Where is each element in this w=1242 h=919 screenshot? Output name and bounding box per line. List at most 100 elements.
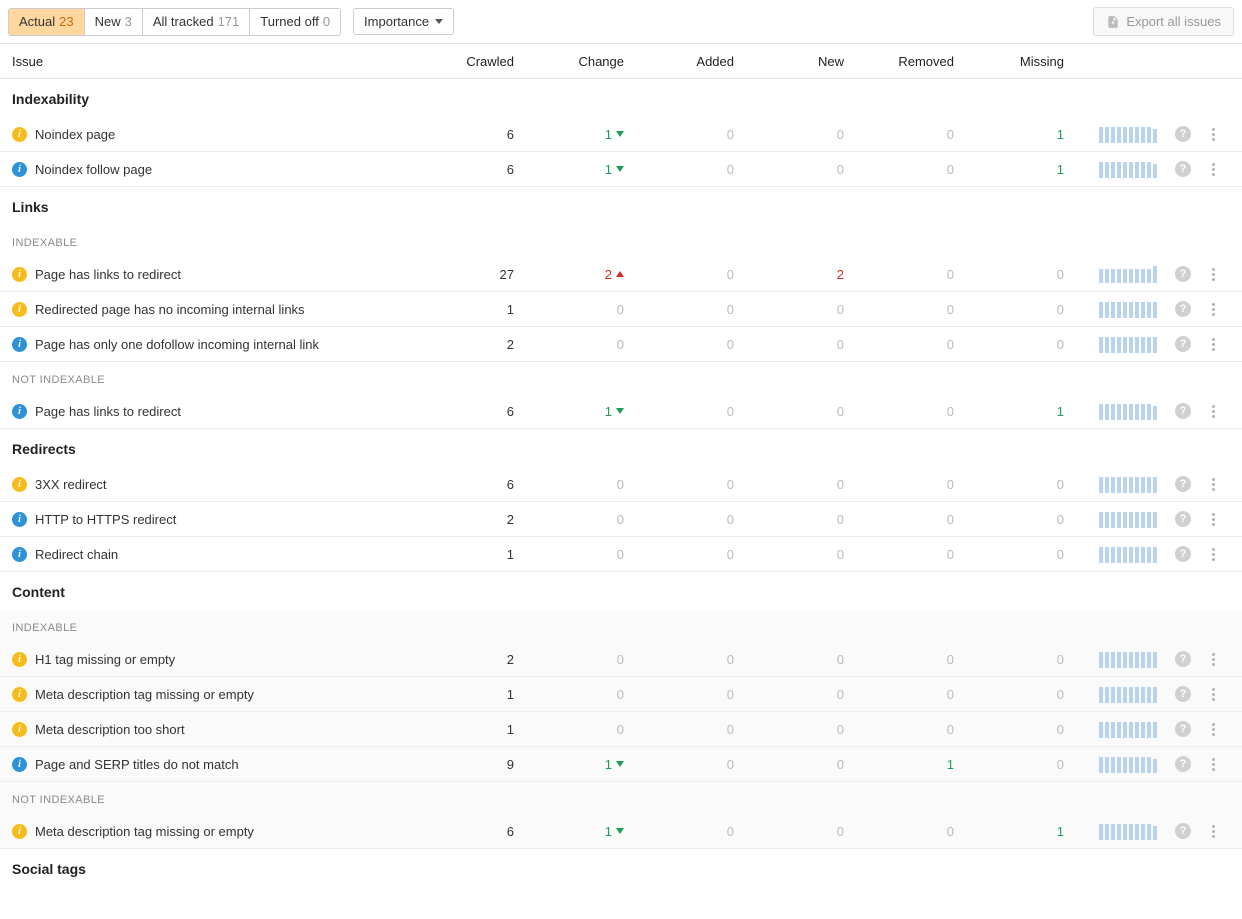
more-icon[interactable] bbox=[1208, 299, 1219, 320]
table-row[interactable]: i3XX redirect600000? bbox=[0, 467, 1242, 502]
help-icon[interactable]: ? bbox=[1175, 686, 1191, 702]
cell-numeric: 2 bbox=[428, 337, 538, 352]
group-title: Links bbox=[0, 187, 1242, 225]
filter-tabs: Actual23New3All tracked171Turned off0 bbox=[8, 8, 341, 36]
filter-tab[interactable]: Actual23 bbox=[9, 9, 85, 35]
more-icon[interactable] bbox=[1208, 649, 1219, 670]
header-new[interactable]: New bbox=[758, 54, 868, 69]
table-row[interactable]: iPage has only one dofollow incoming int… bbox=[0, 327, 1242, 362]
more-icon[interactable] bbox=[1208, 509, 1219, 530]
table-row[interactable]: iHTTP to HTTPS redirect200000? bbox=[0, 502, 1242, 537]
help-icon[interactable]: ? bbox=[1175, 403, 1191, 419]
table-row[interactable]: iNoindex page610001? bbox=[0, 117, 1242, 152]
help-icon[interactable]: ? bbox=[1175, 266, 1191, 282]
table-row[interactable]: iRedirected page has no incoming interna… bbox=[0, 292, 1242, 327]
table-row[interactable]: iPage has links to redirect610001? bbox=[0, 394, 1242, 429]
help-icon[interactable]: ? bbox=[1175, 336, 1191, 352]
table-row[interactable]: iMeta description tag missing or empty61… bbox=[0, 814, 1242, 849]
help-icon[interactable]: ? bbox=[1175, 756, 1191, 772]
filter-tab[interactable]: Turned off0 bbox=[250, 9, 340, 35]
cell-numeric: 0 bbox=[868, 512, 978, 527]
help-icon[interactable]: ? bbox=[1175, 476, 1191, 492]
cell-change: 2 bbox=[538, 267, 648, 282]
toolbar-left: Actual23New3All tracked171Turned off0 Im… bbox=[8, 8, 454, 36]
filter-tab[interactable]: New3 bbox=[85, 9, 143, 35]
tab-count: 3 bbox=[125, 14, 132, 30]
cell-numeric: 0 bbox=[758, 127, 868, 142]
table-row[interactable]: iRedirect chain100000? bbox=[0, 537, 1242, 572]
warning-icon: i bbox=[12, 722, 27, 737]
help-cell: ? bbox=[1168, 651, 1198, 667]
table-row[interactable]: iNoindex follow page610001? bbox=[0, 152, 1242, 187]
tab-label: Actual bbox=[19, 14, 55, 30]
help-cell: ? bbox=[1168, 546, 1198, 562]
help-icon[interactable]: ? bbox=[1175, 301, 1191, 317]
table-row[interactable]: iPage and SERP titles do not match910010… bbox=[0, 747, 1242, 782]
header-added[interactable]: Added bbox=[648, 54, 758, 69]
more-icon[interactable] bbox=[1208, 544, 1219, 565]
filter-tab[interactable]: All tracked171 bbox=[143, 9, 250, 35]
issue-cell: iRedirect chain bbox=[8, 547, 428, 562]
help-icon[interactable]: ? bbox=[1175, 161, 1191, 177]
more-icon[interactable] bbox=[1208, 474, 1219, 495]
cell-change: 1 bbox=[538, 127, 648, 142]
header-change[interactable]: Change bbox=[538, 54, 648, 69]
issue-name: Page and SERP titles do not match bbox=[35, 757, 239, 772]
more-icon[interactable] bbox=[1208, 821, 1219, 842]
help-icon[interactable]: ? bbox=[1175, 721, 1191, 737]
table-row[interactable]: iPage has links to redirect2720200? bbox=[0, 257, 1242, 292]
cell-numeric: 2 bbox=[758, 267, 868, 282]
header-crawled[interactable]: Crawled bbox=[428, 54, 538, 69]
info-icon: i bbox=[12, 547, 27, 562]
cell-numeric: 0 bbox=[868, 652, 978, 667]
help-icon[interactable]: ? bbox=[1175, 546, 1191, 562]
cell-numeric: 0 bbox=[648, 404, 758, 419]
cell-numeric: 0 bbox=[758, 337, 868, 352]
help-icon[interactable]: ? bbox=[1175, 651, 1191, 667]
more-icon[interactable] bbox=[1208, 159, 1219, 180]
issue-name: H1 tag missing or empty bbox=[35, 652, 175, 667]
sparkline bbox=[1088, 335, 1168, 353]
cell-numeric: 0 bbox=[868, 824, 978, 839]
more-icon[interactable] bbox=[1208, 334, 1219, 355]
cell-numeric: 0 bbox=[648, 722, 758, 737]
header-removed[interactable]: Removed bbox=[868, 54, 978, 69]
sparkline bbox=[1088, 475, 1168, 493]
more-icon[interactable] bbox=[1208, 264, 1219, 285]
sub-title: NOT INDEXABLE bbox=[0, 782, 1242, 814]
more-icon[interactable] bbox=[1208, 754, 1219, 775]
arrow-down-icon bbox=[616, 761, 624, 767]
more-icon[interactable] bbox=[1208, 124, 1219, 145]
sort-label: Importance bbox=[364, 14, 429, 29]
cell-numeric: 1 bbox=[428, 687, 538, 702]
info-icon: i bbox=[12, 757, 27, 772]
more-cell bbox=[1198, 401, 1228, 422]
table-row[interactable]: iMeta description tag missing or empty10… bbox=[0, 677, 1242, 712]
more-icon[interactable] bbox=[1208, 719, 1219, 740]
cell-numeric: 0 bbox=[758, 757, 868, 772]
table-row[interactable]: iMeta description too short100000? bbox=[0, 712, 1242, 747]
help-icon[interactable]: ? bbox=[1175, 511, 1191, 527]
export-button[interactable]: Export all issues bbox=[1093, 7, 1234, 36]
issue-name: Page has links to redirect bbox=[35, 404, 181, 419]
help-icon[interactable]: ? bbox=[1175, 126, 1191, 142]
sparkline bbox=[1088, 685, 1168, 703]
sparkline bbox=[1088, 822, 1168, 840]
table-body: IndexabilityiNoindex page610001?iNoindex… bbox=[0, 79, 1242, 887]
sparkline bbox=[1088, 545, 1168, 563]
help-icon[interactable]: ? bbox=[1175, 823, 1191, 839]
more-cell bbox=[1198, 754, 1228, 775]
cell-change: 0 bbox=[538, 337, 648, 352]
cell-numeric: 0 bbox=[648, 824, 758, 839]
help-cell: ? bbox=[1168, 721, 1198, 737]
more-icon[interactable] bbox=[1208, 401, 1219, 422]
cell-numeric: 0 bbox=[758, 722, 868, 737]
sort-dropdown[interactable]: Importance bbox=[353, 8, 454, 35]
issue-cell: iNoindex follow page bbox=[8, 162, 428, 177]
more-icon[interactable] bbox=[1208, 684, 1219, 705]
header-missing[interactable]: Missing bbox=[978, 54, 1088, 69]
cell-numeric: 0 bbox=[758, 547, 868, 562]
table-row[interactable]: iH1 tag missing or empty200000? bbox=[0, 642, 1242, 677]
issue-cell: i Page and SERP titles do not match bbox=[8, 757, 428, 772]
tab-label: New bbox=[95, 14, 121, 30]
